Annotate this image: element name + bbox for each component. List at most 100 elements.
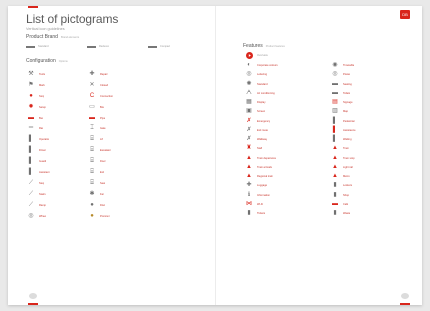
pictogram-row: ▦ Display bbox=[245, 98, 331, 107]
escalator-icon: ⌸ bbox=[90, 147, 94, 154]
pictogram-label: Map bbox=[343, 110, 349, 114]
pictogram-row: ⟋ Step bbox=[27, 178, 82, 189]
wc-icon: ▬ bbox=[332, 89, 338, 96]
pictogram-row: ⟋ Stairs bbox=[27, 189, 82, 200]
pictogram-row: ⌸ Door bbox=[88, 156, 143, 167]
pictogram-label: Door bbox=[100, 160, 106, 164]
pictogram-row: ▲ Train departures bbox=[245, 154, 331, 163]
walk-icon: ✗ bbox=[246, 136, 252, 143]
features-column-1: ◐ Corporate colours ◎ Lettering ✺ Standard ᗅ Ai… bbox=[245, 61, 331, 218]
section-heading-product-brand: Product Brand Brand elements bbox=[26, 34, 79, 40]
train-icon: ▲ bbox=[246, 154, 252, 161]
page-folio-marker bbox=[401, 293, 409, 299]
runner-icon: ✗ bbox=[246, 117, 252, 124]
pictogram-row: ♜ Staff bbox=[245, 144, 331, 153]
power-icon: ◎ bbox=[332, 71, 338, 78]
pictogram-row: ▌ Operator bbox=[27, 134, 82, 145]
rail-icon: ═ bbox=[28, 125, 34, 132]
person-icon: ▌ bbox=[28, 136, 34, 143]
pictogram-label: Exit bbox=[100, 170, 105, 174]
pictogram-row: ◎ Power bbox=[331, 70, 417, 79]
pictogram-row: ▬ Toilets bbox=[331, 89, 417, 98]
pictogram-row: ● Premium bbox=[88, 211, 143, 222]
pictogram-label: Rail bbox=[39, 127, 44, 131]
ramp-icon: ⟋ bbox=[28, 201, 34, 208]
pictogram-row: ⚑ Mark bbox=[27, 80, 82, 91]
pictogram-label: Tickets bbox=[257, 212, 266, 216]
pictogram-row: ◎ Wheel bbox=[27, 211, 82, 222]
person-icon: ▌ bbox=[332, 117, 338, 124]
pictogram-row: ✚ Luggage bbox=[245, 181, 331, 190]
pictogram-row: ⌸ Seat bbox=[88, 178, 143, 189]
pictogram-label: Tram stop bbox=[343, 156, 355, 160]
pictogram-label: Train departures bbox=[257, 156, 276, 160]
pictogram-row: ▲ Tram bbox=[331, 144, 417, 153]
pictogram-label: Tram bbox=[343, 147, 349, 151]
pictogram-row: ⌸ Exit bbox=[88, 167, 143, 178]
pipe-icon: ▬ bbox=[89, 114, 95, 121]
product-brand-label: Standard bbox=[38, 45, 49, 48]
pictogram-row: ▲ Tram stop bbox=[331, 154, 417, 163]
pictogram-label: Lettering bbox=[257, 73, 268, 77]
hook-icon: C bbox=[89, 92, 95, 99]
bottom-tab-marker bbox=[28, 303, 38, 305]
pictogram-label: Pedestrian bbox=[343, 119, 356, 123]
person-icon: ▌ bbox=[28, 147, 34, 154]
person-icon: ▌ bbox=[332, 126, 338, 133]
pictogram-row: ⟋ Ramp bbox=[27, 200, 82, 211]
section-heading-sub: Brand elements bbox=[60, 36, 80, 39]
pictogram-label: Emergency bbox=[257, 119, 271, 123]
pictogram-label: Power bbox=[343, 73, 351, 77]
pictogram-row: ▲ Train arrivals bbox=[245, 163, 331, 172]
product-brand-item: Compact bbox=[148, 45, 198, 48]
pictogram-label: Corporate colours bbox=[257, 64, 278, 68]
pictogram-row: ⚒ Tools bbox=[27, 69, 82, 80]
pictogram-row: ▌ Waiting bbox=[331, 135, 417, 144]
pictogram-row: ▌ Assistant bbox=[27, 167, 82, 178]
features-column-2: ◉ Timetable ◎ Power ▬ Seating ▬ Toilets ▤ Signage… bbox=[331, 61, 417, 218]
pictogram-label: Shop bbox=[343, 193, 350, 197]
pictogram-row: ⌶ Gate bbox=[88, 123, 143, 134]
brochure-spread: List of pictograms Vertical icon guideli… bbox=[8, 6, 422, 305]
page-folio-marker bbox=[29, 293, 37, 299]
map-icon: ▥ bbox=[332, 108, 338, 115]
c-icon: ◐ bbox=[247, 62, 251, 69]
pictogram-row: ▮ Shop bbox=[331, 191, 417, 200]
section-heading-label: Configuration bbox=[26, 58, 56, 64]
stop-icon: ● bbox=[29, 92, 33, 99]
pictogram-label: Screen bbox=[257, 110, 266, 114]
pictogram-label: Guard bbox=[39, 160, 47, 164]
bar-icon bbox=[148, 45, 157, 48]
tram-icon: ▲ bbox=[332, 154, 338, 161]
pictogram-label: Staff bbox=[257, 147, 263, 151]
pictogram-row: ⋈ Wi-Fi bbox=[245, 200, 331, 209]
bar-icon bbox=[26, 45, 35, 48]
fan-icon: ✱ bbox=[89, 190, 95, 197]
lift-icon: ⌸ bbox=[90, 136, 94, 143]
pictogram-row: ▬ Pipe bbox=[88, 113, 143, 124]
person-icon: ▌ bbox=[332, 136, 338, 143]
pictogram-label: Tools bbox=[39, 72, 46, 76]
pictogram-label: Premium bbox=[100, 214, 111, 218]
pictogram-row: ▬ Café bbox=[331, 200, 417, 209]
top-tab-marker bbox=[28, 6, 38, 8]
run-icon: ✗ bbox=[246, 126, 252, 133]
page-title: List of pictograms bbox=[26, 12, 119, 26]
gear-icon: ✹ bbox=[28, 103, 34, 110]
pictogram-row: ✺ Standard bbox=[245, 80, 331, 89]
product-brand-label: Compact bbox=[160, 45, 171, 48]
right-page: DB Features Product features Overview ◐ Co… bbox=[215, 6, 422, 305]
pictogram-label: Information bbox=[257, 193, 270, 197]
gold-disc-icon: ● bbox=[90, 212, 94, 219]
pictogram-label: Waste bbox=[343, 212, 351, 216]
close-icon: ✕ bbox=[89, 81, 95, 88]
pictogram-label: Air conditioning bbox=[257, 91, 275, 95]
pictogram-row: ✗ Exit route bbox=[245, 126, 331, 135]
pictogram-label: Assistance bbox=[343, 128, 356, 132]
pictogram-label: Standard bbox=[257, 82, 268, 86]
pictogram-row: ✚ Repair bbox=[88, 69, 143, 80]
flag-icon: ⚑ bbox=[28, 81, 34, 88]
tram-icon: ▲ bbox=[332, 163, 338, 170]
pictogram-label: Setup bbox=[39, 105, 46, 109]
brand-logo: DB bbox=[400, 10, 410, 19]
